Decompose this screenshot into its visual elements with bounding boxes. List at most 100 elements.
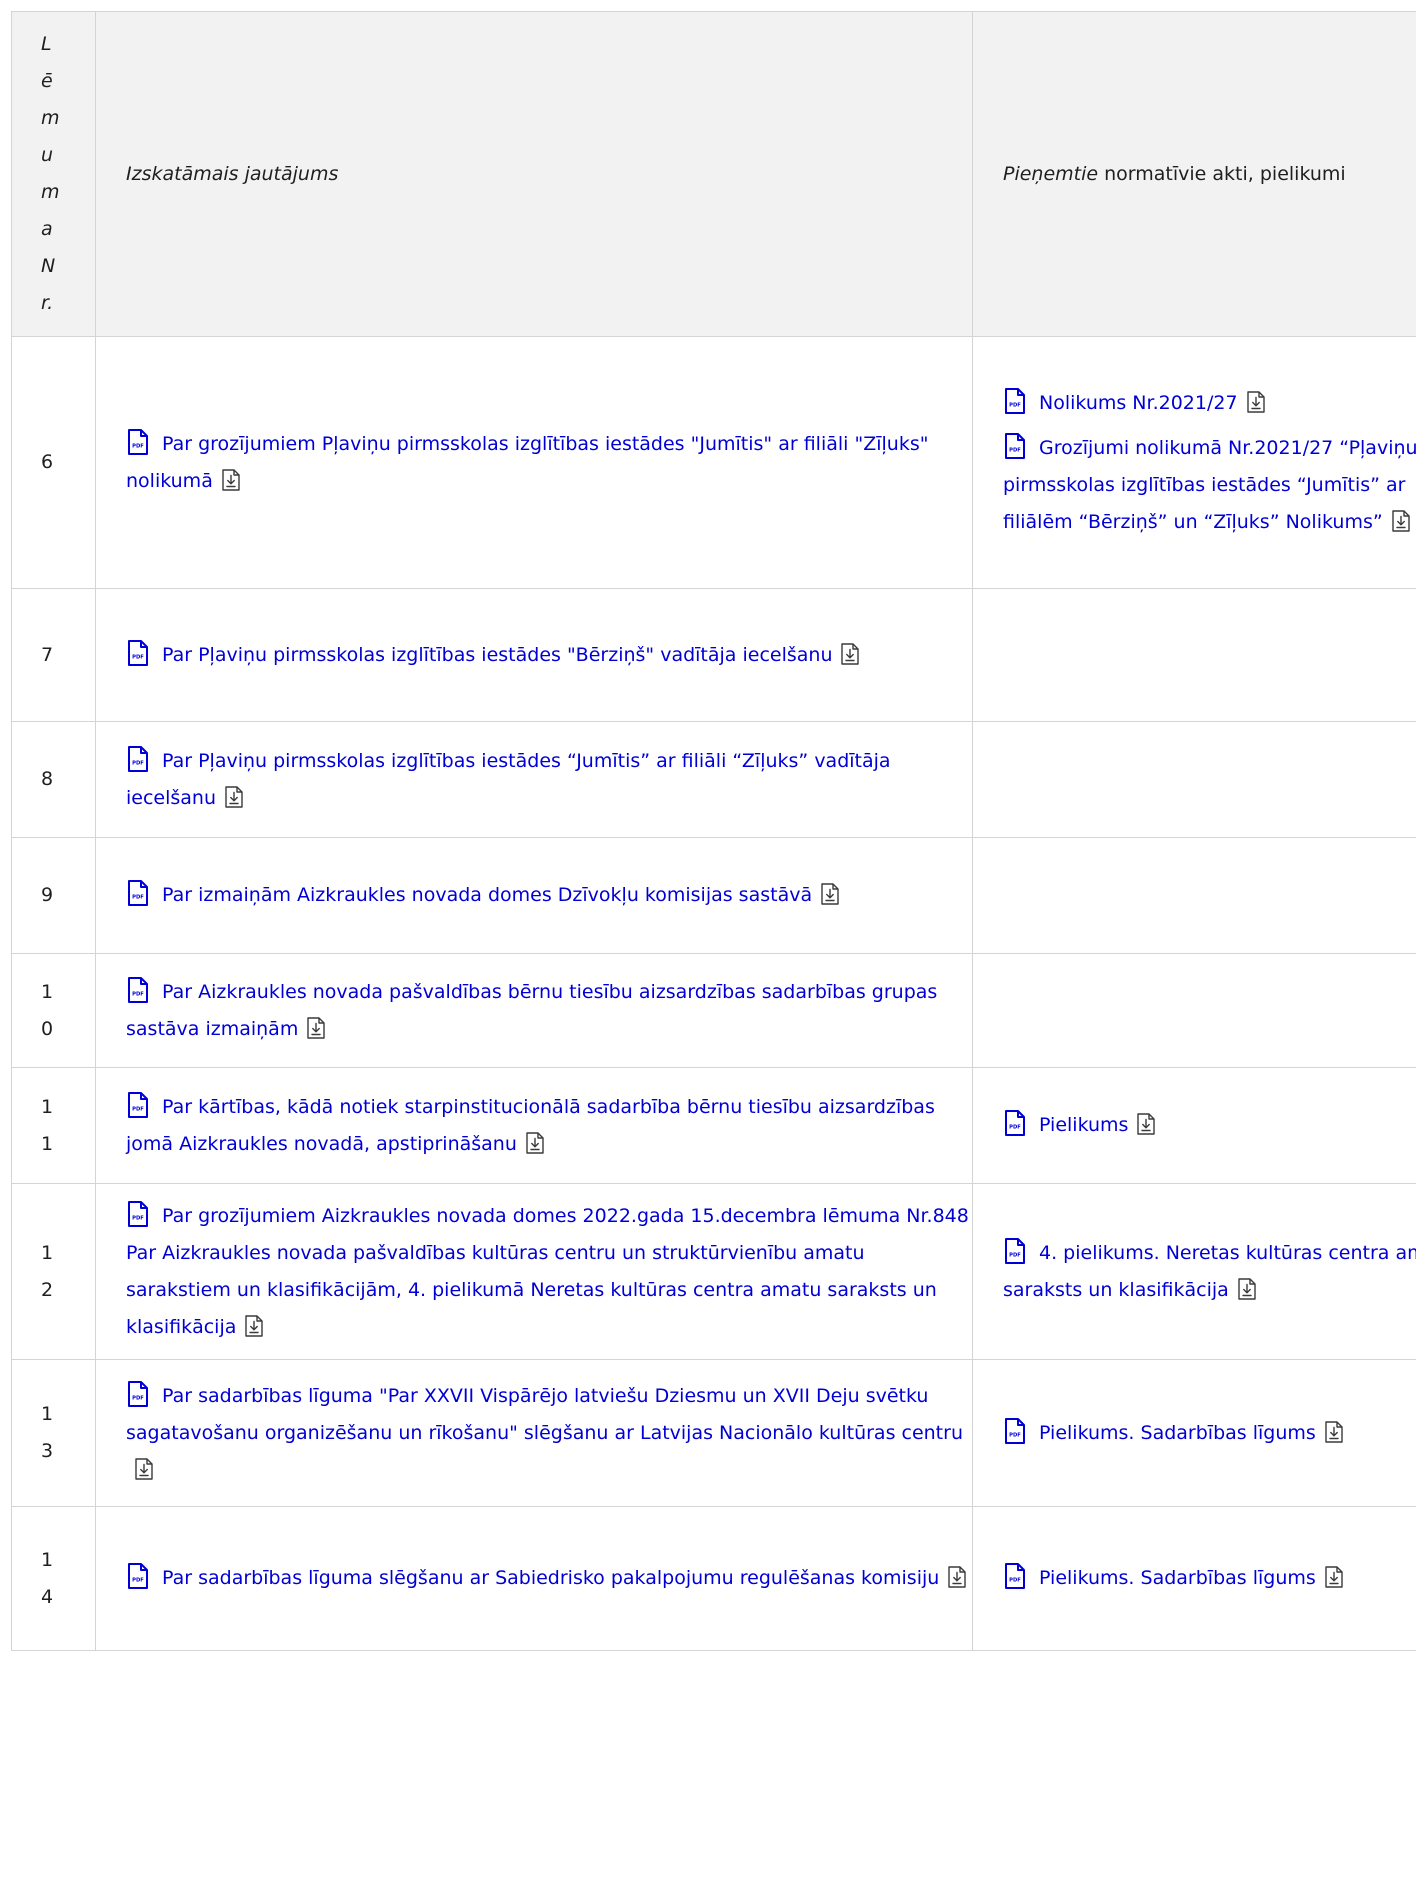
pdf-file-icon: PDF xyxy=(1003,432,1027,460)
decision-number-cell: 11 xyxy=(11,1067,96,1184)
adopted-act-item: PDF Nolikums Nr.2021/27 xyxy=(1003,385,1416,422)
topic-cell: PDF Par Pļaviņu pirmsskolas izglītības i… xyxy=(95,588,973,722)
adopted-act-item: PDF Pielikums. Sadarbības līgums xyxy=(1003,1415,1416,1452)
download-icon[interactable] xyxy=(1391,509,1411,533)
topic-document-link[interactable]: PDF Par Aizkraukles novada pašvaldības b… xyxy=(126,976,938,1040)
decisions-table-container: Lēmuma Nr. Izskatāmais jautājums Pieņemt… xyxy=(11,11,1416,1895)
table-row: 6 PDF Par grozījumiem Pļaviņu pirmsskola… xyxy=(11,336,1416,589)
decision-number-cell: 7 xyxy=(11,588,96,722)
topic-cell: PDF Par izmaiņām Aizkraukles novada dome… xyxy=(95,837,973,954)
pdf-file-icon: PDF xyxy=(1003,1417,1027,1445)
topic-cell: PDF Par grozījumiem Pļaviņu pirmsskolas … xyxy=(95,336,973,589)
download-icon[interactable] xyxy=(1246,390,1266,414)
table-row: 9 PDF Par izmaiņām Aizkraukles novada do… xyxy=(11,837,1416,954)
download-icon[interactable] xyxy=(306,1016,326,1040)
decision-number-cell: 8 xyxy=(11,721,96,838)
topic-cell: PDF Par sadarbības līguma "Par XXVII Vis… xyxy=(95,1359,973,1507)
adopted-acts-cell xyxy=(972,953,1416,1068)
topic-document-link-label: Par sadarbības līguma slēgšanu ar Sabied… xyxy=(162,1567,940,1589)
download-icon[interactable] xyxy=(947,1565,967,1589)
adopted-act-item: PDF 4. pielikums. Neretas kultūras centr… xyxy=(1003,1235,1416,1309)
download-icon[interactable] xyxy=(525,1131,545,1155)
pdf-file-icon: PDF xyxy=(126,639,150,667)
svg-text:PDF: PDF xyxy=(132,443,144,449)
svg-text:PDF: PDF xyxy=(1009,402,1021,408)
decision-number: 7 xyxy=(41,643,54,666)
svg-text:PDF: PDF xyxy=(132,654,144,660)
header-adopted-acts: Pieņemtie normatīvie akti, pielikumi xyxy=(972,11,1416,337)
pdf-file-icon: PDF xyxy=(126,1091,150,1119)
header-adopted-italic: Pieņemtie xyxy=(1003,162,1099,185)
attachment-link-label: Grozījumi nolikumā Nr.2021/27 “Pļaviņu p… xyxy=(1003,436,1416,533)
adopted-act-item: PDF Pielikums. Sadarbības līgums xyxy=(1003,1560,1416,1597)
topic-document-link[interactable]: PDF Par Pļaviņu pirmsskolas izglītības i… xyxy=(126,639,833,666)
decisions-table: Lēmuma Nr. Izskatāmais jautājums Pieņemt… xyxy=(11,11,1416,1651)
attachment-link[interactable]: PDF Pielikums. Sadarbības līgums xyxy=(1003,1563,1316,1589)
topic-cell: PDF Par Aizkraukles novada pašvaldības b… xyxy=(95,953,973,1068)
pdf-file-icon: PDF xyxy=(126,976,150,1004)
download-icon[interactable] xyxy=(1324,1420,1344,1444)
download-icon[interactable] xyxy=(224,785,244,809)
decision-number: 14 xyxy=(41,1548,54,1608)
decision-number: 10 xyxy=(41,980,54,1040)
decision-number-cell: 10 xyxy=(11,953,96,1068)
decision-number: 13 xyxy=(41,1403,54,1462)
table-row: 10 PDF Par Aizkraukles novada pašvaldība… xyxy=(11,953,1416,1068)
adopted-acts-cell: PDF Pielikums xyxy=(972,1067,1416,1184)
adopted-act-item: PDF Pielikums xyxy=(1003,1107,1416,1144)
topic-document-link[interactable]: PDF Par izmaiņām Aizkraukles novada dome… xyxy=(126,880,813,906)
table-row: 12 PDF Par grozījumiem Aizkraukles novad… xyxy=(11,1183,1416,1360)
topic-cell: PDF Par grozījumiem Aizkraukles novada d… xyxy=(95,1183,973,1360)
svg-text:PDF: PDF xyxy=(1009,447,1021,453)
decision-number-cell: 9 xyxy=(11,837,96,954)
topic-cell: PDF Par sadarbības līguma slēgšanu ar Sa… xyxy=(95,1506,973,1651)
topic-document-link[interactable]: PDF Par sadarbības līguma slēgšanu ar Sa… xyxy=(126,1563,940,1589)
topic-document-link[interactable]: PDF Par grozījumiem Pļaviņu pirmsskolas … xyxy=(126,428,928,492)
attachment-link[interactable]: PDF Nolikums Nr.2021/27 xyxy=(1003,387,1238,414)
svg-text:PDF: PDF xyxy=(132,1106,144,1112)
attachment-link-label: 4. pielikums. Neretas kultūras centra am… xyxy=(1003,1241,1416,1301)
download-icon[interactable] xyxy=(221,468,241,492)
topic-cell: PDF Par kārtības, kādā notiek starpinsti… xyxy=(95,1067,973,1184)
decision-number: 8 xyxy=(41,768,54,790)
svg-text:PDF: PDF xyxy=(1009,1252,1021,1258)
header-adopted-rest: normatīvie akti, pielikumi xyxy=(1098,162,1346,185)
attachment-link[interactable]: PDF Grozījumi nolikumā Nr.2021/27 “Pļavi… xyxy=(1003,432,1416,533)
download-icon[interactable] xyxy=(840,642,860,666)
svg-text:PDF: PDF xyxy=(132,1578,144,1584)
svg-text:PDF: PDF xyxy=(1009,1432,1021,1438)
download-icon[interactable] xyxy=(1324,1565,1344,1589)
attachment-link[interactable]: PDF Pielikums. Sadarbības līgums xyxy=(1003,1417,1316,1444)
download-icon[interactable] xyxy=(1237,1277,1257,1301)
pdf-file-icon: PDF xyxy=(1003,1109,1027,1137)
topic-document-link-label: Par izmaiņām Aizkraukles novada domes Dz… xyxy=(162,884,813,906)
table-row: 13 PDF Par sadarbības līguma "Par XXVII … xyxy=(11,1359,1416,1507)
adopted-acts-cell: PDF 4. pielikums. Neretas kultūras centr… xyxy=(972,1183,1416,1360)
attachment-link-label: Nolikums Nr.2021/27 xyxy=(1039,391,1238,414)
decision-number-cell: 6 xyxy=(11,336,96,589)
download-icon[interactable] xyxy=(134,1457,154,1481)
pdf-file-icon: PDF xyxy=(126,1200,150,1228)
decision-number: 6 xyxy=(41,451,54,473)
decision-number-cell: 14 xyxy=(11,1506,96,1651)
attachment-link-label: Pielikums xyxy=(1039,1114,1129,1136)
attachment-link-label: Pielikums. Sadarbības līgums xyxy=(1039,1421,1316,1444)
adopted-acts-cell xyxy=(972,588,1416,722)
attachment-link[interactable]: PDF 4. pielikums. Neretas kultūras centr… xyxy=(1003,1237,1416,1301)
decision-number: 12 xyxy=(41,1241,54,1301)
topic-document-link-label: Par Pļaviņu pirmsskolas izglītības iestā… xyxy=(162,643,833,666)
pdf-file-icon: PDF xyxy=(126,428,150,456)
attachment-link[interactable]: PDF Pielikums xyxy=(1003,1110,1129,1136)
svg-text:PDF: PDF xyxy=(132,1395,144,1401)
table-row: 11 PDF Par kārtības, kādā notiek starpin… xyxy=(11,1067,1416,1184)
svg-text:PDF: PDF xyxy=(132,760,144,766)
svg-text:PDF: PDF xyxy=(132,1215,144,1221)
pdf-file-icon: PDF xyxy=(126,879,150,907)
download-icon[interactable] xyxy=(244,1314,264,1338)
adopted-acts-cell xyxy=(972,837,1416,954)
download-icon[interactable] xyxy=(820,882,840,906)
topic-document-link-label: Par Aizkraukles novada pašvaldības bērnu… xyxy=(126,980,938,1040)
download-icon[interactable] xyxy=(1136,1112,1156,1136)
topic-document-link[interactable]: PDF Par sadarbības līguma "Par XXVII Vis… xyxy=(126,1380,963,1444)
svg-text:PDF: PDF xyxy=(1009,1125,1021,1131)
